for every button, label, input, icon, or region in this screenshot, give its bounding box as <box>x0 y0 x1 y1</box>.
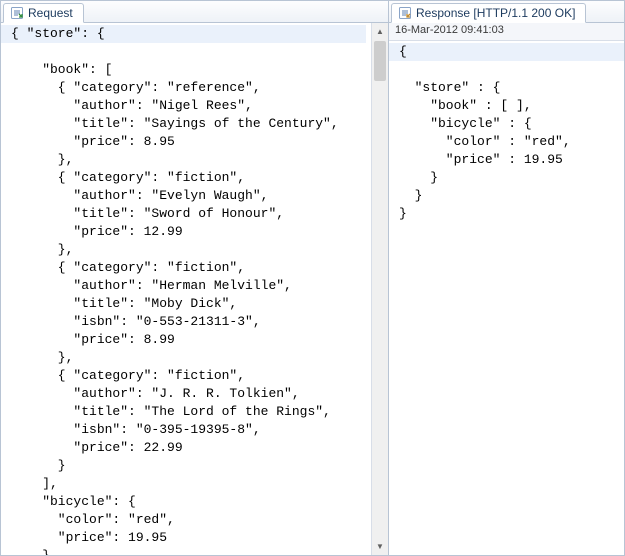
tab-request[interactable]: Request <box>3 3 84 23</box>
request-code: { "store": { "book": [ { "category": "re… <box>1 23 388 555</box>
request-icon <box>10 6 24 20</box>
tab-response-label: Response [HTTP/1.1 200 OK] <box>416 6 575 20</box>
response-timestamp: 16-Mar-2012 09:41:03 <box>389 23 624 41</box>
request-tabbar: Request <box>1 1 388 23</box>
request-code-area[interactable]: { "store": { "book": [ { "category": "re… <box>1 23 388 555</box>
scrollbar-vertical[interactable]: ▲ ▼ <box>371 23 388 555</box>
response-code-area[interactable]: { "store" : { "book" : [ ], "bicycle" : … <box>389 41 624 555</box>
request-panel: Request { "store": { "book": [ { "catego… <box>1 1 389 555</box>
tab-response[interactable]: Response [HTTP/1.1 200 OK] <box>391 3 586 23</box>
scroll-thumb[interactable] <box>374 41 386 81</box>
response-icon <box>398 6 412 20</box>
response-code: { "store" : { "book" : [ ], "bicycle" : … <box>389 41 624 225</box>
scroll-up-icon[interactable]: ▲ <box>372 23 388 40</box>
response-panel: Response [HTTP/1.1 200 OK] 16-Mar-2012 0… <box>389 1 624 555</box>
scroll-down-icon[interactable]: ▼ <box>372 538 388 555</box>
tab-request-label: Request <box>28 6 73 20</box>
response-tabbar: Response [HTTP/1.1 200 OK] <box>389 1 624 23</box>
